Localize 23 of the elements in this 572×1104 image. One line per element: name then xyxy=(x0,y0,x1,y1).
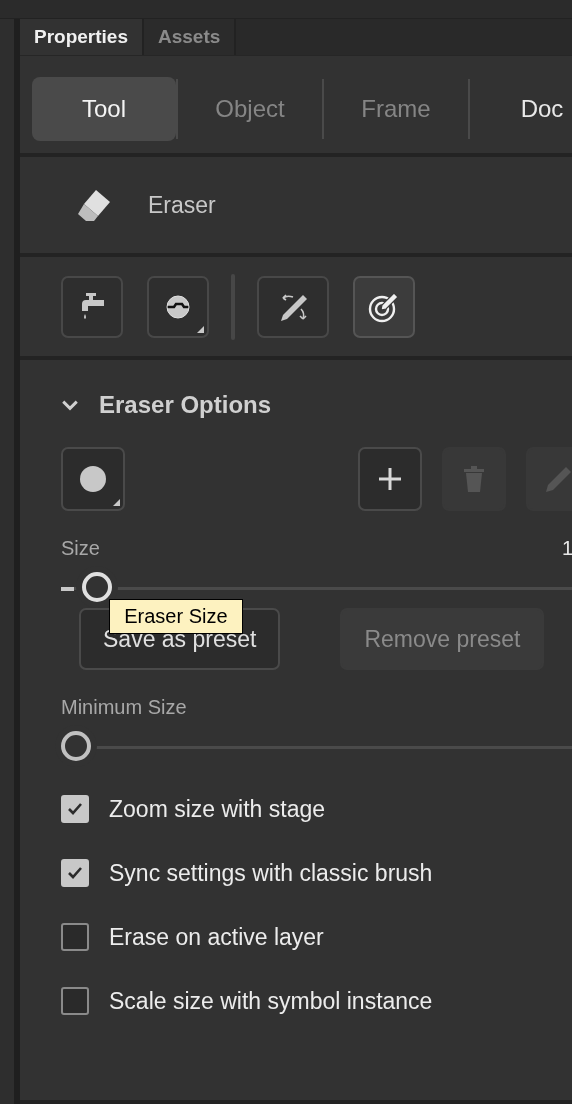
panel-tab[interactable]: Properties xyxy=(20,19,144,55)
section-title: Eraser Options xyxy=(99,391,272,419)
checkbox[interactable] xyxy=(61,923,89,951)
checkbox-label: Zoom size with stage xyxy=(109,795,326,823)
checkbox[interactable] xyxy=(61,795,89,823)
checkbox[interactable] xyxy=(61,859,89,887)
field-label: Minimum Size xyxy=(61,696,187,719)
checkbox[interactable] xyxy=(61,987,89,1015)
tool-mode-button[interactable] xyxy=(61,275,123,338)
segment-tab[interactable]: Doc xyxy=(470,77,572,141)
size-value: 1 xyxy=(561,537,572,560)
tool-name: Eraser xyxy=(148,191,216,219)
tooltip: Eraser Size xyxy=(109,599,243,634)
checkbox-label: Sync settings with classic brush xyxy=(109,859,433,887)
segment-tab[interactable]: Tool xyxy=(32,77,176,141)
tool-mode-button[interactable] xyxy=(353,275,415,338)
field-label: Size xyxy=(61,537,100,560)
checkbox-label: Erase on active layer xyxy=(109,923,324,951)
tool-mode-button[interactable] xyxy=(147,275,209,338)
checkbox-label: Scale size with symbol instance xyxy=(109,987,433,1015)
preset-button[interactable] xyxy=(358,447,422,511)
tool-mode-button[interactable] xyxy=(257,275,329,338)
shape-button[interactable] xyxy=(61,447,125,511)
